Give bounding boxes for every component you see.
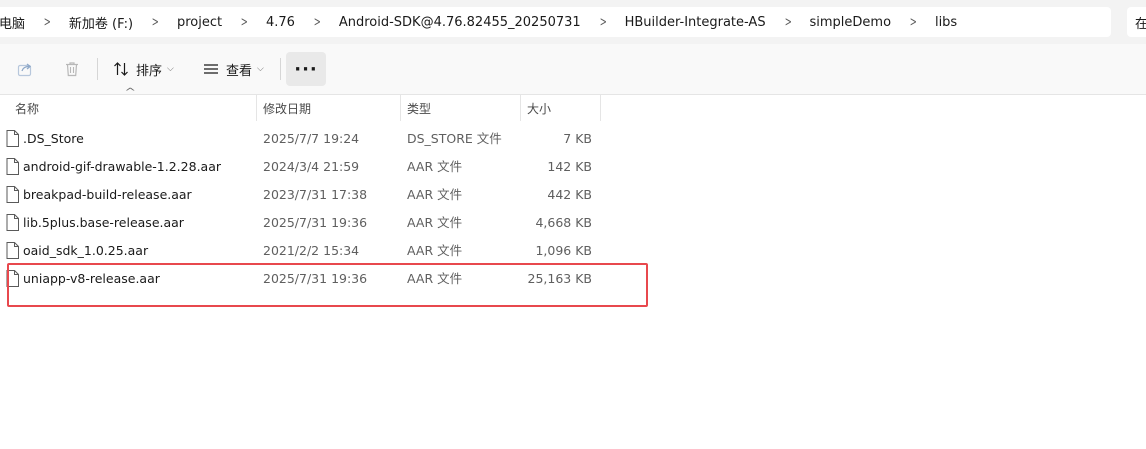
file-type: AAR 文件 bbox=[407, 271, 463, 286]
chevron-right-icon[interactable]: > bbox=[588, 15, 617, 30]
table-row[interactable]: android-gif-drawable-1.2.28.aar 2024/3/4… bbox=[0, 153, 600, 181]
column-header-name-label: 名称 bbox=[15, 101, 40, 116]
share-button[interactable] bbox=[13, 54, 37, 84]
table-row[interactable]: uniapp-v8-release.aar 2025/7/31 19:36 AA… bbox=[0, 265, 600, 293]
column-resize-handle[interactable] bbox=[600, 95, 601, 121]
breadcrumb[interactable]: 电脑 > 新加卷 (F:) > project > 4.76 > Android… bbox=[0, 7, 1111, 37]
view-button[interactable]: 查看 ⌵ bbox=[202, 54, 264, 84]
file-type: DS_STORE 文件 bbox=[407, 131, 502, 146]
search-input[interactable]: 在 bbox=[1127, 7, 1146, 37]
breadcrumb-item-simpledemo[interactable]: simpleDemo bbox=[810, 15, 892, 30]
file-name: uniapp-v8-release.aar bbox=[23, 271, 160, 286]
file-name: oaid_sdk_1.0.25.aar bbox=[23, 243, 149, 258]
file-type: AAR 文件 bbox=[407, 159, 463, 174]
more-options-button[interactable]: ··· bbox=[286, 52, 326, 86]
file-date: 2021/2/2 15:34 bbox=[263, 243, 360, 258]
file-size: 7 KB bbox=[563, 131, 592, 146]
breadcrumb-item-hbuilder[interactable]: HBuilder-Integrate-AS bbox=[625, 15, 766, 30]
file-icon bbox=[6, 158, 19, 175]
file-size: 442 KB bbox=[547, 187, 592, 202]
column-header-type-label: 类型 bbox=[407, 101, 432, 116]
file-type: AAR 文件 bbox=[407, 187, 463, 202]
file-icon bbox=[6, 270, 19, 287]
sort-label: 排序 bbox=[136, 63, 163, 79]
column-header-date-label: 修改日期 bbox=[263, 101, 312, 116]
breadcrumb-item-version[interactable]: 4.76 bbox=[266, 15, 295, 30]
column-header-size[interactable]: 大小 bbox=[527, 95, 551, 121]
sort-ascending-icon: ^ bbox=[124, 87, 137, 98]
chevron-right-icon[interactable]: > bbox=[230, 15, 259, 30]
chevron-right-icon[interactable]: > bbox=[33, 15, 62, 30]
column-resize-handle[interactable] bbox=[520, 95, 521, 121]
file-date: 2025/7/31 19:36 bbox=[263, 271, 368, 286]
breadcrumb-item-libs[interactable]: libs bbox=[935, 15, 957, 30]
column-header-date[interactable]: 修改日期 bbox=[263, 95, 311, 121]
column-header-name[interactable]: 名称 bbox=[15, 95, 39, 121]
file-type: AAR 文件 bbox=[407, 215, 463, 230]
file-name: .DS_Store bbox=[23, 131, 84, 146]
chevron-right-icon[interactable]: > bbox=[303, 15, 332, 30]
table-row[interactable]: .DS_Store 2025/7/7 19:24 DS_STORE 文件 7 K… bbox=[0, 125, 600, 153]
column-header-type[interactable]: 类型 bbox=[407, 95, 431, 121]
share-icon bbox=[17, 63, 32, 77]
chevron-right-icon[interactable]: > bbox=[773, 15, 802, 30]
file-date: 2025/7/31 19:36 bbox=[263, 215, 368, 230]
file-name: breakpad-build-release.aar bbox=[23, 187, 192, 202]
file-size: 4,668 KB bbox=[535, 215, 592, 230]
file-size: 1,096 KB bbox=[535, 243, 592, 258]
breadcrumb-item-project[interactable]: project bbox=[177, 15, 222, 30]
sort-icon bbox=[114, 62, 128, 76]
column-header-size-label: 大小 bbox=[527, 101, 552, 116]
chevron-down-icon: ⌵ bbox=[257, 64, 264, 74]
table-row[interactable]: lib.5plus.base-release.aar 2025/7/31 19:… bbox=[0, 209, 600, 237]
view-label: 查看 bbox=[226, 63, 253, 79]
file-icon bbox=[6, 130, 19, 147]
file-name: android-gif-drawable-1.2.28.aar bbox=[23, 159, 221, 174]
command-bar: 排序 ⌵ 查看 ⌵ ··· bbox=[0, 44, 1146, 95]
column-resize-handle[interactable] bbox=[400, 95, 401, 121]
file-name: lib.5plus.base-release.aar bbox=[23, 215, 184, 230]
address-area: 电脑 > 新加卷 (F:) > project > 4.76 > Android… bbox=[0, 0, 1146, 44]
chevron-right-icon[interactable]: > bbox=[899, 15, 928, 30]
file-date: 2025/7/7 19:24 bbox=[263, 131, 360, 146]
breadcrumb-item-drive[interactable]: 新加卷 (F:) bbox=[69, 13, 133, 32]
chevron-down-icon: ⌵ bbox=[167, 64, 174, 74]
column-resize-handle[interactable] bbox=[256, 95, 257, 121]
toolbar-divider bbox=[97, 58, 98, 80]
file-icon bbox=[6, 242, 19, 259]
trash-icon bbox=[66, 62, 78, 77]
file-date: 2023/7/31 17:38 bbox=[263, 187, 368, 202]
table-row[interactable]: breakpad-build-release.aar 2023/7/31 17:… bbox=[0, 181, 600, 209]
delete-button[interactable] bbox=[60, 54, 84, 84]
more-icon: ··· bbox=[294, 58, 318, 80]
file-date: 2024/3/4 21:59 bbox=[263, 159, 360, 174]
toolbar-divider bbox=[280, 58, 281, 80]
table-row[interactable]: oaid_sdk_1.0.25.aar 2021/2/2 15:34 AAR 文… bbox=[0, 237, 600, 265]
file-explorer-window: 电脑 > 新加卷 (F:) > project > 4.76 > Android… bbox=[0, 0, 1146, 449]
breadcrumb-item-computer[interactable]: 电脑 bbox=[0, 13, 25, 32]
file-size: 25,163 KB bbox=[527, 271, 592, 286]
file-type: AAR 文件 bbox=[407, 243, 463, 258]
file-size: 142 KB bbox=[547, 159, 592, 174]
file-icon bbox=[6, 186, 19, 203]
breadcrumb-item-sdk[interactable]: Android-SDK@4.76.82455_20250731 bbox=[339, 15, 581, 30]
search-placeholder: 在 bbox=[1135, 16, 1146, 32]
chevron-right-icon[interactable]: > bbox=[141, 15, 170, 30]
sort-button[interactable]: 排序 ⌵ bbox=[112, 54, 174, 84]
list-view-icon bbox=[204, 64, 218, 74]
file-icon bbox=[6, 214, 19, 231]
